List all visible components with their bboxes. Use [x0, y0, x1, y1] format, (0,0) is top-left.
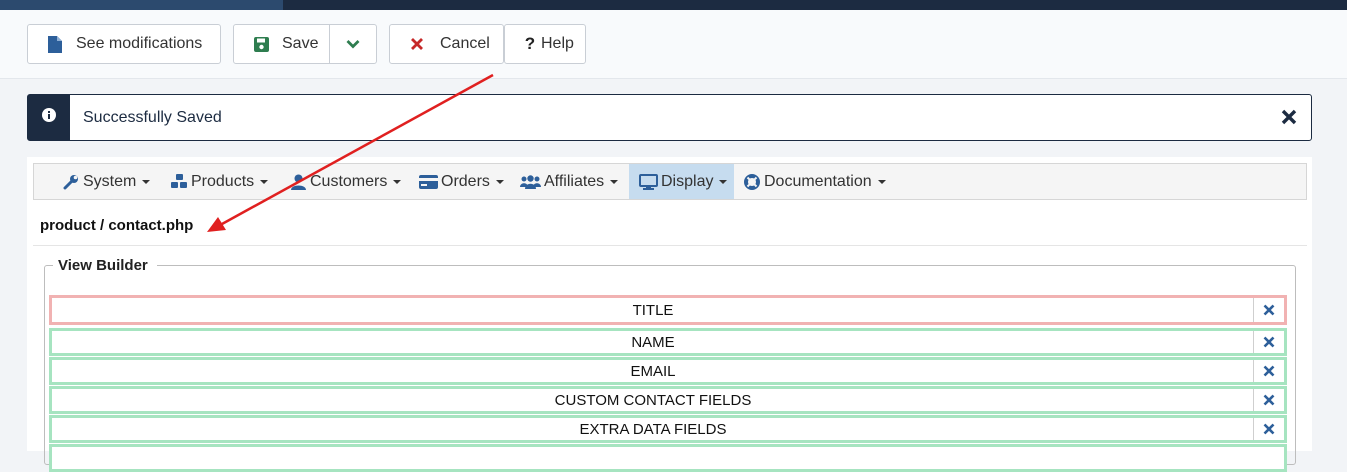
- top-bar-accent: [0, 0, 283, 10]
- close-icon: [408, 35, 426, 53]
- close-icon: [1263, 365, 1275, 377]
- caret-down-icon: [393, 179, 402, 184]
- help-button[interactable]: ? Help: [504, 24, 586, 64]
- save-button[interactable]: Save: [233, 24, 331, 64]
- row-label: EXTRA DATA FIELDS: [579, 420, 727, 438]
- close-icon: [1263, 336, 1275, 348]
- alert-icon-box: [28, 95, 70, 140]
- credit-card-icon: [418, 173, 438, 191]
- view-builder-row-title[interactable]: TITLE: [49, 295, 1287, 325]
- row-label: CUSTOM CONTACT FIELDS: [554, 391, 752, 409]
- caret-down-icon: [719, 179, 728, 184]
- cancel-button[interactable]: Cancel: [389, 24, 504, 64]
- menu-label-customers: Customers: [310, 172, 388, 190]
- life-ring-icon: [743, 173, 761, 191]
- menu-label-affiliates: Affiliates: [544, 172, 605, 190]
- menu-item-orders[interactable]: Orders: [418, 164, 504, 199]
- caret-down-icon: [260, 179, 269, 184]
- toolbar: See modifications Save Cancel ? Help: [0, 10, 1347, 79]
- menu-item-affiliates[interactable]: Affiliates: [520, 164, 619, 199]
- wrench-icon: [62, 173, 80, 191]
- users-icon: [520, 173, 541, 191]
- caret-down-icon: [610, 179, 619, 184]
- row-label: TITLE: [632, 301, 674, 319]
- view-builder-legend: View Builder: [53, 257, 157, 274]
- remove-row-button[interactable]: [1253, 360, 1284, 382]
- remove-row-button[interactable]: [1253, 331, 1284, 353]
- component-menu-bar: System Products Customers Orders Affilia…: [33, 163, 1307, 200]
- caret-down-icon: [142, 179, 151, 184]
- help-label: Help: [541, 35, 574, 52]
- success-alert: Successfully Saved: [27, 94, 1312, 141]
- remove-row-button[interactable]: [1253, 418, 1284, 440]
- cubes-icon: [170, 173, 188, 191]
- user-icon: [289, 173, 307, 191]
- menu-label-products: Products: [191, 172, 255, 190]
- menu-item-display[interactable]: Display: [629, 164, 734, 199]
- chevron-down-icon: [344, 35, 362, 53]
- close-icon: [1263, 423, 1275, 435]
- menu-label-system: System: [83, 172, 137, 190]
- remove-row-button[interactable]: [1253, 389, 1284, 411]
- row-label: EMAIL: [630, 362, 676, 380]
- save-options-dropdown-button[interactable]: [329, 24, 377, 64]
- menu-item-system[interactable]: System: [62, 164, 151, 199]
- alert-message: Successfully Saved: [83, 108, 222, 126]
- question-icon: ?: [524, 34, 536, 53]
- view-builder-row-extra-data-fields[interactable]: EXTRA DATA FIELDS: [49, 415, 1287, 443]
- menu-item-products[interactable]: Products: [170, 164, 269, 199]
- main-panel: System Products Customers Orders Affilia…: [27, 157, 1312, 472]
- view-builder-row-partial[interactable]: [49, 444, 1287, 472]
- close-icon: [1263, 394, 1275, 406]
- see-modifications-button[interactable]: See modifications: [27, 24, 221, 64]
- file-path-heading: product / contact.php: [40, 217, 194, 234]
- menu-label-orders: Orders: [441, 172, 490, 190]
- divider: [33, 245, 1307, 246]
- caret-down-icon: [877, 179, 886, 184]
- remove-row-button[interactable]: [1253, 298, 1284, 322]
- cancel-label: Cancel: [440, 35, 490, 52]
- menu-label-documentation: Documentation: [764, 172, 872, 190]
- info-icon: [42, 108, 56, 127]
- menu-item-documentation[interactable]: Documentation: [743, 164, 886, 199]
- row-label: NAME: [631, 333, 675, 351]
- close-icon: [1263, 304, 1275, 316]
- see-modifications-label: See modifications: [76, 35, 203, 52]
- alert-close-icon[interactable]: [1279, 107, 1299, 127]
- view-builder-row-email[interactable]: EMAIL: [49, 357, 1287, 385]
- view-builder-row-custom-contact-fields[interactable]: CUSTOM CONTACT FIELDS: [49, 386, 1287, 414]
- floppy-disk-icon: [252, 35, 270, 53]
- menu-item-customers[interactable]: Customers: [289, 164, 402, 199]
- top-bar: [0, 0, 1347, 10]
- monitor-icon: [638, 173, 658, 191]
- caret-down-icon: [495, 179, 504, 184]
- menu-label-display: Display: [661, 172, 714, 190]
- file-icon: [46, 35, 64, 53]
- view-builder-row-name[interactable]: NAME: [49, 328, 1287, 356]
- save-label: Save: [282, 35, 319, 52]
